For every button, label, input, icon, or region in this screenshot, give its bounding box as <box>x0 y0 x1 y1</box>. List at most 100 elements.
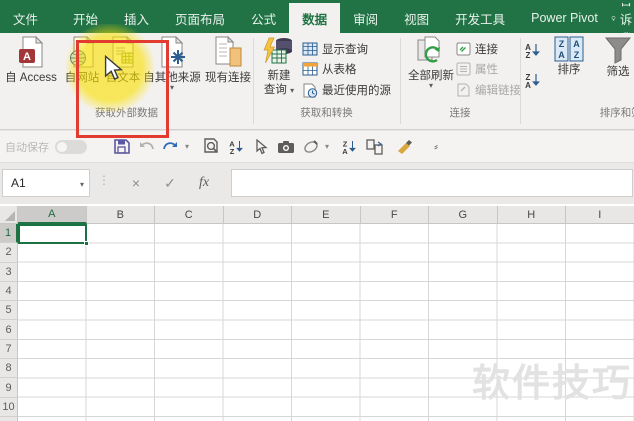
pen-icon <box>304 140 318 153</box>
format-painter-button[interactable] <box>392 135 416 159</box>
column-header-h[interactable]: H <box>497 206 566 224</box>
connections-button[interactable]: 连接 <box>456 40 498 58</box>
connections-label: 连接 <box>475 44 498 56</box>
redo-dropdown-arrow[interactable]: ▾ <box>185 142 189 151</box>
tab-page-layout[interactable]: 页面布局 <box>162 3 238 33</box>
filter-funnel-icon <box>604 37 632 64</box>
autosave-label: 自动保存 <box>5 141 49 154</box>
from-other-sources-button[interactable]: 自其他来源 ▾ <box>143 36 201 102</box>
print-preview-button[interactable] <box>199 135 223 159</box>
qat-customize-button[interactable]: ⸗ <box>424 135 448 159</box>
qat-sort-ascending-button[interactable]: AZ <box>224 135 248 159</box>
column-header-f[interactable]: F <box>360 206 429 224</box>
qat-sort-za-icon: ZA <box>342 139 356 155</box>
existing-connections-button[interactable]: 现有连接 <box>203 36 253 102</box>
sort-dialog-icon: Z A A Z <box>554 36 584 62</box>
new-query-dropdown-arrow: ▾ <box>290 86 295 95</box>
existing-connections-label: 现有连接 <box>205 72 251 84</box>
sort-button[interactable]: Z A A Z 排序 <box>550 36 588 102</box>
svg-text:A: A <box>342 147 348 155</box>
from-other-dropdown-arrow: ▾ <box>169 83 174 92</box>
select-all-corner[interactable] <box>0 206 18 224</box>
enter-button[interactable]: ✓ <box>156 169 184 197</box>
row-header-2[interactable]: 2 <box>0 243 18 263</box>
switch-windows-button[interactable] <box>362 135 386 159</box>
name-box-dropdown-arrow[interactable]: ▾ <box>80 181 84 189</box>
filter-button[interactable]: 筛选 <box>596 36 634 102</box>
ribbon-data: A 自 Access 自网站 自文本 自其他来源 ▾ 现有连接 获取外部数据 新… <box>0 33 634 130</box>
watermark-text: 软件技巧 <box>471 363 632 405</box>
from-access-button[interactable]: A 自 Access <box>2 36 60 102</box>
tab-formulas[interactable]: 公式 <box>238 3 289 33</box>
tab-home[interactable]: 开始 <box>60 3 111 33</box>
qat-sort-descending-button[interactable]: ZA <box>337 135 361 159</box>
tab-insert[interactable]: 插入 <box>111 3 162 33</box>
svg-text:A: A <box>525 81 531 89</box>
row-header-1[interactable]: 1 <box>0 224 18 244</box>
tab-developer[interactable]: 开发工具 <box>442 3 518 33</box>
formula-input[interactable] <box>231 169 633 197</box>
select-all-triangle-icon <box>5 211 15 221</box>
tab-review[interactable]: 审阅 <box>340 3 391 33</box>
from-table-label: 从表格 <box>322 64 357 76</box>
refresh-all-button[interactable]: 全部刷新 ▾ <box>407 36 455 102</box>
row-header-5[interactable]: 5 <box>0 301 18 321</box>
show-queries-label: 显示查询 <box>322 44 368 56</box>
column-header-a[interactable]: A <box>18 206 87 224</box>
redo-button[interactable] <box>159 135 183 159</box>
selected-cell-a1[interactable] <box>18 224 87 244</box>
row-header-9[interactable]: 9 <box>0 378 18 398</box>
undo-button[interactable] <box>134 135 158 159</box>
row-header-6[interactable]: 6 <box>0 320 18 340</box>
insert-function-button[interactable]: fx <box>190 169 218 197</box>
properties-icon <box>456 62 471 76</box>
from-table-button[interactable]: 从表格 <box>302 60 357 78</box>
from-text-button[interactable]: 自文本 <box>103 36 143 102</box>
from-web-label: 自网站 <box>64 72 100 84</box>
select-pointer-button[interactable] <box>249 135 273 159</box>
column-header-c[interactable]: C <box>155 206 224 224</box>
existing-connections-icon <box>215 36 242 67</box>
worksheet: A B C D E F G H I 1 2 3 4 5 6 7 8 9 10 1… <box>0 204 634 421</box>
row-header-10[interactable]: 10 <box>0 397 18 417</box>
sort-ascending-button[interactable]: A Z <box>524 41 541 59</box>
column-header-b[interactable]: B <box>86 206 155 224</box>
row-header-3[interactable]: 3 <box>0 262 18 282</box>
properties-button[interactable]: 属性 <box>456 60 498 78</box>
row-header-8[interactable]: 8 <box>0 359 18 379</box>
new-query-button[interactable]: 新建 查询 ▾ <box>257 36 301 102</box>
from-web-button[interactable]: 自网站 <box>61 36 103 102</box>
recent-sources-button[interactable]: 最近使用的源 <box>302 81 391 99</box>
row-header-7[interactable]: 7 <box>0 339 18 360</box>
tab-data[interactable]: 数据 <box>289 3 341 33</box>
group-sort-filter: 排序和筛选 <box>599 107 634 119</box>
edit-links-button[interactable]: 编辑链接 <box>456 81 521 99</box>
save-button[interactable] <box>109 135 133 159</box>
draw-dropdown-arrow[interactable]: ▾ <box>325 142 329 151</box>
name-box[interactable]: A1 ▾ <box>2 169 90 197</box>
autosave-toggle[interactable] <box>55 139 87 154</box>
column-header-i[interactable]: I <box>566 206 634 224</box>
refresh-all-dropdown-arrow: ▾ <box>428 81 433 90</box>
svg-text:Z: Z <box>574 50 580 60</box>
sort-descending-button[interactable]: Z A <box>524 71 541 89</box>
row-header-11[interactable]: 11 <box>0 416 18 421</box>
tab-file[interactable]: 文件 <box>0 3 51 33</box>
column-header-g[interactable]: G <box>429 206 498 224</box>
row-headers: 1 2 3 4 5 6 7 8 9 10 11 <box>0 224 18 421</box>
row-header-4[interactable]: 4 <box>0 281 18 302</box>
camera-button[interactable] <box>274 135 298 159</box>
edit-links-label: 编辑链接 <box>475 85 521 97</box>
fill-handle[interactable] <box>84 241 89 246</box>
tab-power-pivot[interactable]: Power Pivot <box>518 3 611 33</box>
cancel-button[interactable]: × <box>122 169 150 197</box>
tab-view[interactable]: 视图 <box>391 3 442 33</box>
column-header-e[interactable]: E <box>292 206 361 224</box>
draw-tool-button[interactable] <box>299 135 323 159</box>
qat-sort-az-icon: AZ <box>229 139 243 155</box>
show-queries-button[interactable]: 显示查询 <box>302 40 368 58</box>
excel-window: 文件 开始 插入 页面布局 公式 数据 审阅 视图 开发工具 Power Piv… <box>0 0 634 421</box>
tell-me[interactable]: 告诉我 <box>611 3 634 33</box>
column-header-d[interactable]: D <box>223 206 292 224</box>
formula-bar-divider[interactable]: ⋮ <box>98 173 110 187</box>
